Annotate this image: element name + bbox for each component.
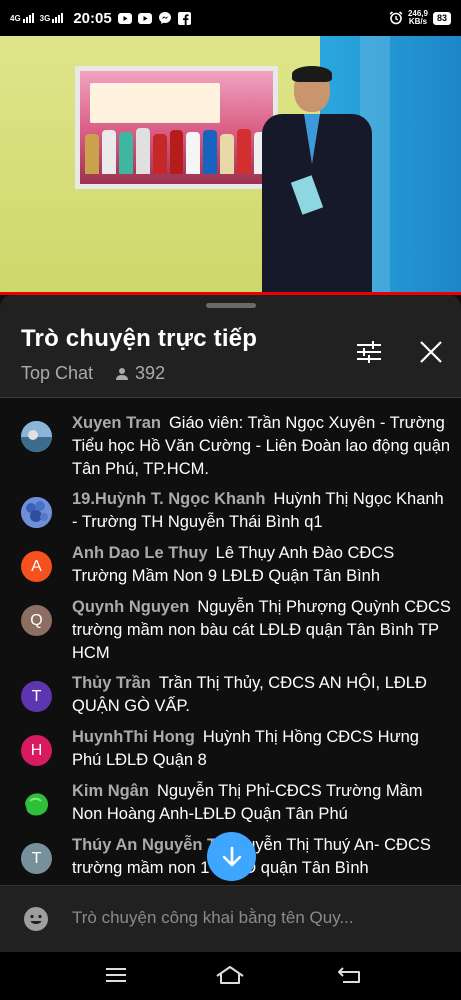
system-nav-bar (0, 952, 461, 1000)
avatar[interactable]: H (21, 735, 52, 766)
message-author[interactable]: Thủy Trần (72, 674, 151, 692)
chat-subheader: Top Chat 392 (21, 363, 165, 384)
emoji-button[interactable] (23, 906, 49, 932)
top-chat-selector[interactable]: Top Chat (21, 363, 93, 384)
close-icon (420, 341, 442, 363)
message-author[interactable]: HuynhThi Hong (72, 728, 195, 746)
avatar[interactable]: T (21, 843, 52, 874)
arrow-down-icon (222, 846, 241, 866)
message-author[interactable]: Thúy An Nguyễn T (72, 836, 217, 854)
presenter-figure (258, 66, 376, 294)
home-button[interactable] (215, 962, 245, 988)
youtube-notification-icon (137, 11, 152, 25)
chat-input-bar: Trò chuyện công khai bằng tên Quy... (0, 885, 461, 952)
message-author[interactable]: 19.Huỳnh T. Ngọc Khanh (72, 490, 265, 508)
alarm-icon (389, 11, 403, 25)
emoji-icon (24, 907, 48, 931)
close-button[interactable] (414, 335, 448, 369)
drag-handle[interactable] (206, 303, 256, 308)
avatar[interactable]: Q (21, 605, 52, 636)
back-button[interactable] (335, 962, 365, 988)
message-author[interactable]: Quynh Nguyen (72, 598, 189, 616)
menu-button[interactable] (101, 962, 131, 988)
viewer-count: 392 (115, 363, 165, 384)
avatar[interactable] (21, 421, 52, 452)
network-speed: 246,9 KB/s (407, 9, 428, 26)
back-icon (338, 967, 360, 983)
message-author[interactable]: Anh Dao Le Thuy (72, 544, 208, 562)
home-icon (216, 966, 244, 984)
clock: 20:05 (73, 9, 112, 27)
status-bar: 4G 3G 20:05 246,9 KB/s 83 (0, 0, 461, 36)
inset-picture (75, 66, 278, 189)
filter-icon (357, 341, 381, 363)
avatar[interactable] (21, 789, 52, 820)
video-player[interactable] (0, 36, 461, 294)
avatar[interactable]: T (21, 681, 52, 712)
message-author[interactable]: Kim Ngân (72, 782, 149, 800)
person-icon (116, 367, 129, 380)
signal-4g-icon: 4G (10, 13, 34, 23)
youtube-notification-icon (117, 11, 132, 25)
messenger-icon (158, 11, 172, 25)
menu-icon (106, 968, 126, 982)
avatar[interactable] (21, 497, 52, 528)
filter-button[interactable] (352, 335, 386, 369)
facebook-icon (178, 11, 192, 25)
chat-input[interactable]: Trò chuyện công khai bằng tên Quy... (72, 908, 354, 928)
avatar[interactable]: A (21, 551, 52, 582)
message-author[interactable]: Xuyen Tran (72, 414, 161, 432)
signal-3g-icon: 3G (40, 13, 64, 23)
chat-message-list[interactable]: Xuyen Tran Giáo viên: Trần Ngọc Xuyên - T… (0, 398, 461, 885)
scroll-to-bottom-button[interactable] (207, 832, 256, 881)
chat-title: Trò chuyện trực tiếp (21, 325, 258, 352)
battery-icon: 83 (432, 11, 451, 25)
